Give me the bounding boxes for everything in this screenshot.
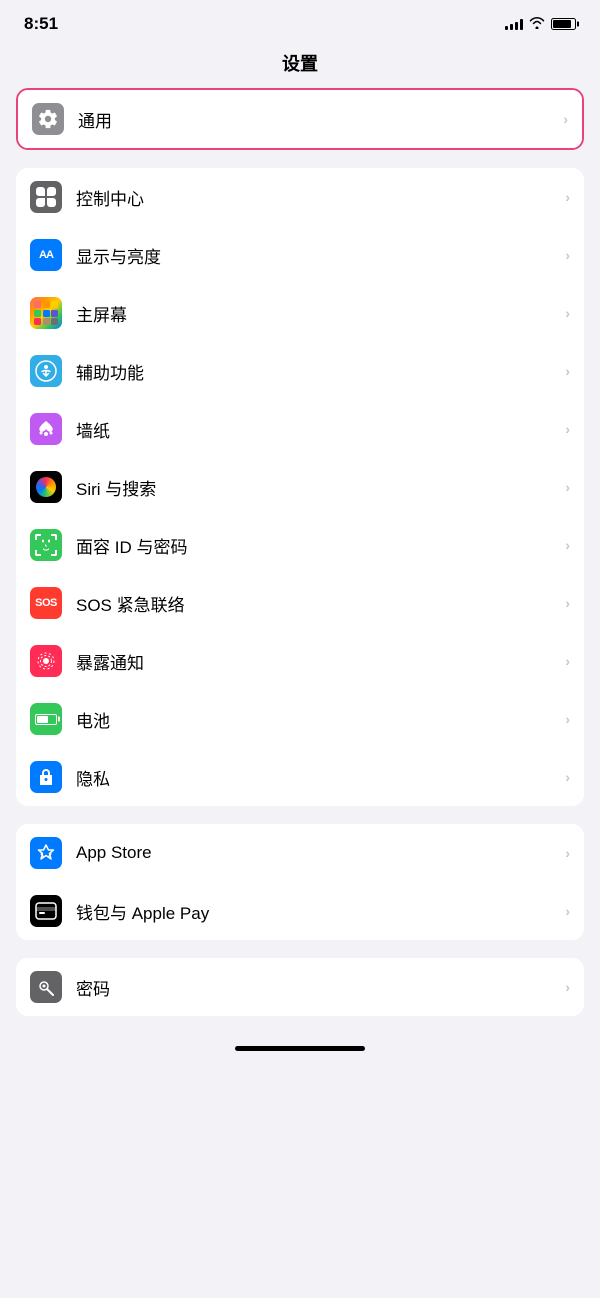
settings-group-1: 通用 ›: [0, 88, 600, 150]
settings-item-faceid[interactable]: 面容 ID 与密码 ›: [16, 516, 584, 574]
wallet-icon: [30, 895, 62, 927]
privacy-chevron: ›: [565, 769, 570, 785]
exposure-chevron: ›: [565, 653, 570, 669]
wallpaper-icon: [30, 413, 62, 445]
home-screen-label: 主屏幕: [76, 301, 557, 326]
home-screen-chevron: ›: [565, 305, 570, 321]
battery-icon: [30, 703, 62, 735]
settings-item-sos[interactable]: SOS SOS 紧急联络 ›: [16, 574, 584, 632]
settings-item-general[interactable]: 通用 ›: [18, 90, 582, 148]
faceid-chevron: ›: [565, 537, 570, 553]
accessibility-chevron: ›: [565, 363, 570, 379]
wallet-label: 钱包与 Apple Pay: [76, 899, 557, 924]
exposure-label: 暴露通知: [76, 649, 557, 674]
password-label: 密码: [76, 975, 557, 1000]
status-time: 8:51: [24, 14, 58, 34]
siri-label: Siri 与搜索: [76, 475, 557, 500]
sos-label: SOS 紧急联络: [76, 591, 557, 616]
settings-item-exposure[interactable]: 暴露通知 ›: [16, 632, 584, 690]
faceid-label: 面容 ID 与密码: [76, 533, 557, 558]
siri-icon: [30, 471, 62, 503]
appstore-label: App Store: [76, 843, 557, 863]
general-icon: [32, 103, 64, 135]
settings-list-highlighted: 通用 ›: [16, 88, 584, 150]
wallpaper-chevron: ›: [565, 421, 570, 437]
settings-item-siri[interactable]: Siri 与搜索 ›: [16, 458, 584, 516]
display-icon: AA: [30, 239, 62, 271]
settings-group-4: 密码 ›: [0, 958, 600, 1016]
settings-item-privacy[interactable]: 隐私 ›: [16, 748, 584, 806]
appstore-chevron: ›: [565, 845, 570, 861]
display-label: 显示与亮度: [76, 243, 557, 268]
settings-item-wallet[interactable]: 钱包与 Apple Pay ›: [16, 882, 584, 940]
settings-item-appstore[interactable]: App Store ›: [16, 824, 584, 882]
sos-text: SOS: [35, 597, 57, 609]
home-screen-icon: [30, 297, 62, 329]
settings-item-display[interactable]: AA 显示与亮度 ›: [16, 226, 584, 284]
page-title: 设置: [0, 42, 600, 88]
display-chevron: ›: [565, 247, 570, 263]
wallpaper-label: 墙纸: [76, 417, 557, 442]
control-center-label: 控制中心: [76, 185, 557, 210]
control-center-chevron: ›: [565, 189, 570, 205]
appstore-icon: [30, 837, 62, 869]
battery-chevron: ›: [565, 711, 570, 727]
siri-chevron: ›: [565, 479, 570, 495]
accessibility-label: 辅助功能: [76, 359, 557, 384]
settings-item-battery[interactable]: 电池 ›: [16, 690, 584, 748]
signal-icon: [505, 18, 523, 30]
faceid-icon: [30, 529, 62, 561]
settings-list-2: 控制中心 › AA 显示与亮度 ›: [16, 168, 584, 806]
general-label: 通用: [78, 107, 555, 132]
settings-list-4: 密码 ›: [16, 958, 584, 1016]
aa-text: AA: [39, 249, 53, 261]
settings-item-wallpaper[interactable]: 墙纸 ›: [16, 400, 584, 458]
sos-chevron: ›: [565, 595, 570, 611]
settings-item-accessibility[interactable]: 辅助功能 ›: [16, 342, 584, 400]
privacy-label: 隐私: [76, 765, 557, 790]
status-bar: 8:51: [0, 0, 600, 42]
wallet-chevron: ›: [565, 903, 570, 919]
general-chevron: ›: [563, 111, 568, 127]
battery-label: 电池: [76, 707, 557, 732]
settings-group-2: 控制中心 › AA 显示与亮度 ›: [0, 168, 600, 806]
privacy-icon: [30, 761, 62, 793]
settings-item-control-center[interactable]: 控制中心 ›: [16, 168, 584, 226]
accessibility-icon: [30, 355, 62, 387]
control-center-icon: [30, 181, 62, 213]
settings-group-3: App Store › 钱包与 Apple Pay ›: [0, 824, 600, 940]
settings-list-3: App Store › 钱包与 Apple Pay ›: [16, 824, 584, 940]
battery-status-icon: [551, 18, 576, 30]
password-chevron: ›: [565, 979, 570, 995]
wifi-icon: [529, 16, 545, 32]
exposure-icon: [30, 645, 62, 677]
password-icon: [30, 971, 62, 1003]
home-indicator: [0, 1034, 600, 1059]
home-bar: [235, 1046, 365, 1051]
settings-item-password[interactable]: 密码 ›: [16, 958, 584, 1016]
settings-item-home-screen[interactable]: 主屏幕 ›: [16, 284, 584, 342]
status-icons: [505, 16, 576, 32]
sos-icon: SOS: [30, 587, 62, 619]
